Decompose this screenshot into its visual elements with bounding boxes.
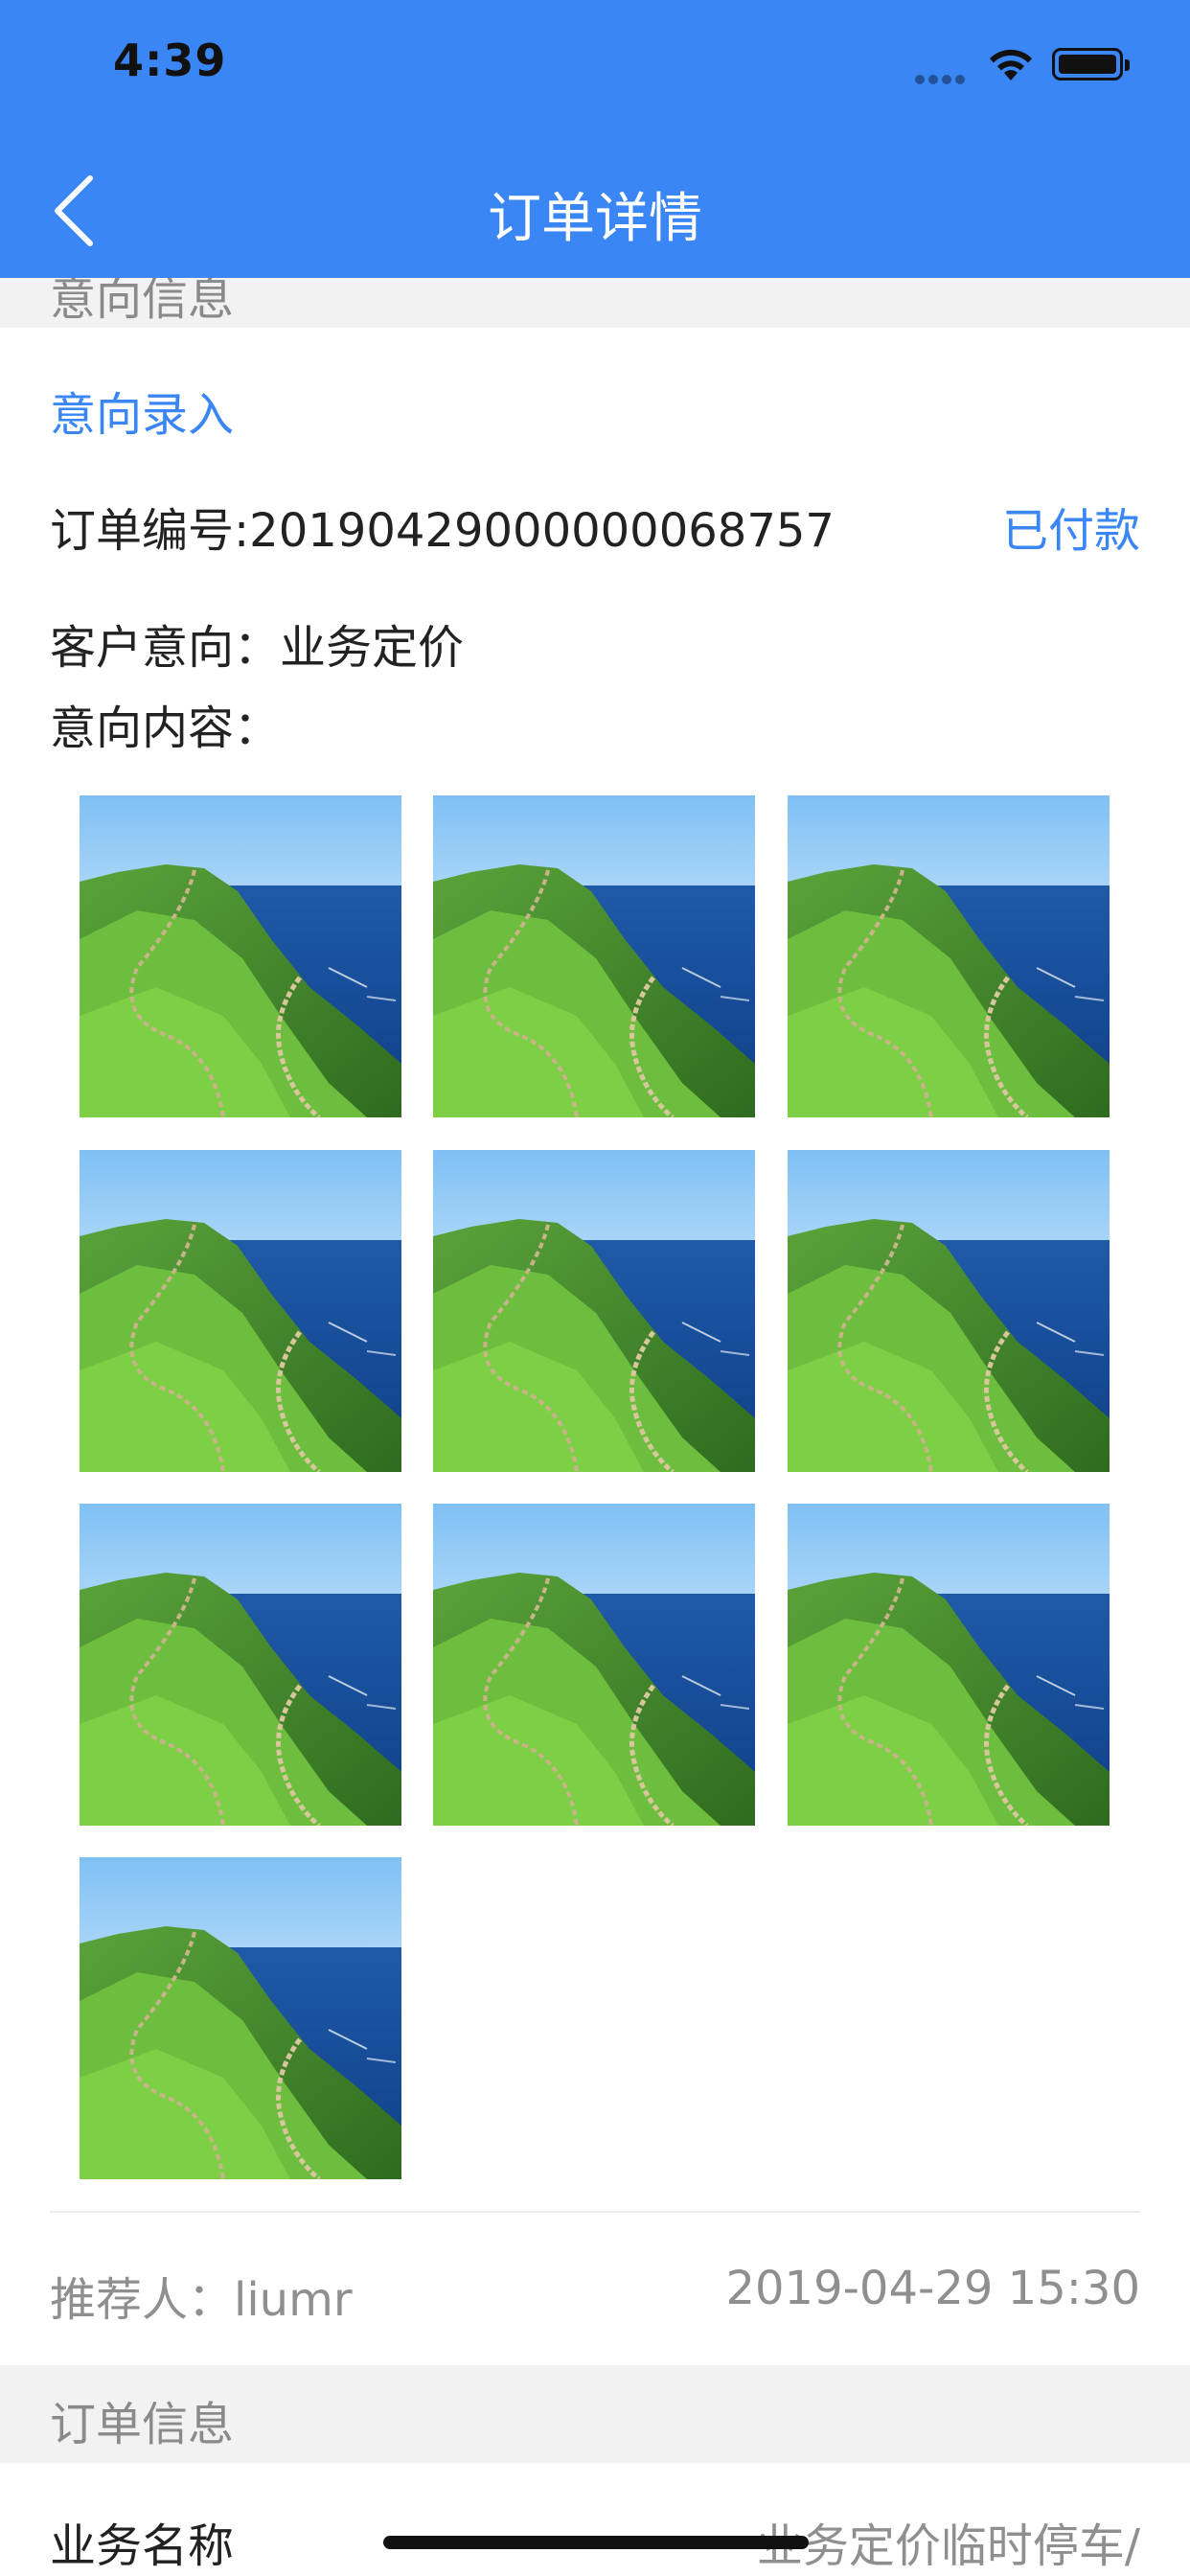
page-title: 订单详情 [488, 188, 702, 250]
referrer: 推荐人：liumr [50, 2273, 353, 2327]
photo-thumbnail[interactable] [433, 795, 755, 1117]
divider [50, 2211, 1140, 2213]
nav-bar: 4:39 订单详情 [0, 0, 1190, 278]
cellular-signal-icon [915, 70, 971, 84]
customer-intent: 客户意向：业务定价 [50, 621, 465, 675]
photo-thumbnail[interactable] [788, 1504, 1110, 1826]
home-indicator[interactable] [383, 2536, 809, 2549]
battery-icon [1052, 48, 1130, 80]
order-number: 订单编号:20190429000000068757 [50, 504, 835, 558]
photo-thumbnail[interactable] [788, 795, 1110, 1117]
photo-thumbnail[interactable] [433, 1504, 755, 1826]
order-section-header: 订单信息 [0, 2365, 1190, 2463]
photo-thumbnail[interactable] [80, 1857, 401, 2179]
status-time: 4:39 [113, 34, 227, 86]
photo-thumbnail[interactable] [788, 1150, 1110, 1472]
order-section-title: 订单信息 [50, 2398, 235, 2451]
payment-status-badge: 已付款 [1001, 504, 1140, 558]
intent-content-label: 意向内容： [50, 702, 281, 755]
wifi-icon [990, 49, 1032, 80]
photo-thumbnail[interactable] [433, 1150, 755, 1472]
order-datetime: 2019-04-29 15:30 [725, 2262, 1140, 2315]
business-name-label: 业务名称 [50, 2519, 235, 2573]
photo-thumbnail[interactable] [80, 1150, 401, 1472]
photo-thumbnail[interactable] [80, 795, 401, 1117]
business-name-value: 业务定价临时停车/ [756, 2519, 1140, 2573]
intent-entry-link[interactable]: 意向录入 [50, 377, 234, 444]
photo-thumbnail[interactable] [80, 1504, 401, 1826]
